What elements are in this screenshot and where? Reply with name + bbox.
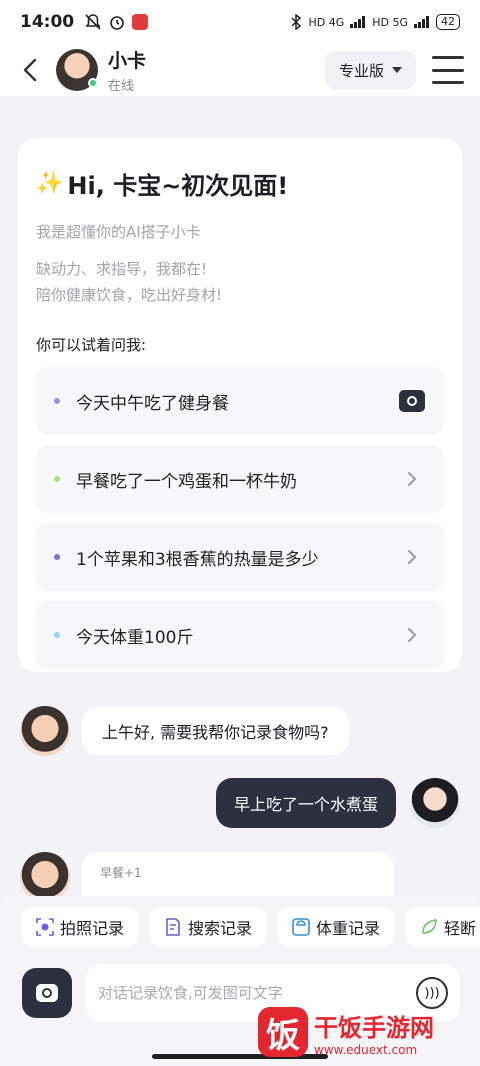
menu-line (432, 56, 464, 59)
suggestion-dot (54, 476, 60, 482)
search-record-button[interactable]: 搜索记录 (150, 907, 267, 947)
chip-label: 搜索记录 (188, 919, 253, 938)
chat-header: 小卡 在线 专业版 (0, 44, 480, 96)
camera-icon[interactable] (398, 387, 426, 415)
search-document-icon (164, 918, 182, 936)
suggestion-text: 今天体重100斤 (76, 627, 194, 648)
watermark-logo: 饭 (258, 1007, 308, 1057)
watermark-url: www.eduext.com (314, 1042, 418, 1057)
photo-record-button[interactable]: 拍照记录 (22, 907, 139, 947)
battery-indicator: 42 (436, 14, 460, 30)
suggestion-item[interactable]: 今天体重100斤 (36, 601, 444, 669)
suggestion-dot (54, 398, 60, 404)
leaf-icon (420, 918, 438, 936)
bot-record-row (20, 852, 70, 902)
user-message-bubble: 早上吃了一个水煮蛋 (215, 778, 396, 828)
welcome-intro: 我是超懂你的AI搭子小卡 (36, 223, 201, 241)
chip-label: 体重记录 (316, 919, 381, 938)
alarm-icon (110, 16, 124, 30)
quick-action-bar: 拍照记录 搜索记录 体重记录 轻断 (0, 896, 480, 958)
suggestion-text: 今天中午吃了健身餐 (76, 393, 229, 414)
welcome-title: ✨ Hi, 卡宝~初次见面! (36, 166, 444, 201)
camera-icon (36, 984, 58, 1002)
scale-icon (292, 918, 310, 936)
bot-message-row: 上午好, 需要我帮你记录食物吗? (20, 706, 349, 756)
plan-label: 专业版 (338, 61, 384, 80)
camera-scan-icon (36, 918, 54, 936)
menu-line (432, 68, 464, 72)
watermark-text: 干饭手游网 www.eduext.com (314, 1008, 434, 1057)
network-5g: HD 5G (372, 15, 408, 29)
menu-line (432, 81, 464, 84)
fasting-button[interactable]: 轻断 (406, 907, 480, 947)
bluetooth-icon (291, 14, 302, 30)
mute-bell-icon (85, 14, 101, 30)
chevron-left-icon (23, 58, 37, 82)
signal-icon (414, 16, 429, 28)
bot-chat-avatar[interactable] (20, 852, 70, 902)
network-4g: HD 4G (308, 15, 345, 29)
sparkles-icon: ✨ (36, 171, 64, 196)
user-avatar[interactable] (410, 778, 460, 828)
welcome-card: ✨ Hi, 卡宝~初次见面! 我是超懂你的AI搭子小卡 缺动力、求指导，我都在!… (18, 138, 462, 672)
signal-icon (350, 16, 366, 28)
bot-status: 在线 (108, 79, 135, 94)
status-bar: 14:00 HD 4G HD 5G 42 (0, 0, 480, 44)
suggestion-text: 1个苹果和3根香蕉的热量是多少 (76, 549, 319, 570)
camera-button[interactable] (22, 968, 72, 1018)
welcome-lines: 缺动力、求指导，我都在! 陪你健康饮食，吃出好身材! (36, 256, 444, 308)
suggestion-item[interactable]: 早餐吃了一个鸡蛋和一杯牛奶 (36, 445, 444, 513)
suggestion-item[interactable]: 1个苹果和3根香蕉的热量是多少 (36, 523, 444, 591)
app-notification-icon (132, 14, 149, 30)
suggestion-dot (54, 554, 60, 560)
user-message-row: 早上吃了一个水煮蛋 (215, 778, 460, 828)
suggestion-text: 早餐吃了一个鸡蛋和一杯牛奶 (76, 471, 297, 492)
bot-chat-avatar[interactable] (20, 706, 70, 756)
welcome-line: 缺动力、求指导，我都在! (36, 260, 208, 278)
plan-dropdown[interactable]: 专业版 (324, 51, 416, 89)
caret-down-icon (392, 67, 402, 73)
record-label: 早餐+1 (100, 866, 142, 880)
header-text: 小卡 在线 (108, 46, 146, 94)
bot-message-bubble: 上午好, 需要我帮你记录食物吗? (82, 707, 349, 755)
chip-label: 拍照记录 (60, 919, 125, 938)
ask-label: 你可以试着问我: (36, 336, 147, 354)
online-status-dot (88, 78, 98, 88)
chevron-right-icon (398, 465, 426, 493)
bot-avatar[interactable] (56, 49, 98, 91)
menu-button[interactable] (432, 56, 464, 84)
welcome-line: 陪你健康饮食，吃出好身材! (36, 286, 223, 304)
chevron-right-icon (398, 543, 426, 571)
status-time: 14:00 (20, 12, 75, 32)
message-input[interactable] (98, 984, 416, 1002)
weight-record-button[interactable]: 体重记录 (278, 907, 395, 947)
watermark: 饭 干饭手游网 www.eduext.com (258, 1004, 472, 1060)
status-right: HD 4G HD 5G 42 (290, 14, 460, 30)
suggestion-item[interactable]: 今天中午吃了健身餐 (36, 367, 444, 435)
bot-name: 小卡 (108, 50, 147, 72)
suggestion-dot (54, 632, 60, 638)
chevron-right-icon (398, 621, 426, 649)
back-button[interactable] (16, 50, 44, 90)
watermark-title: 干饭手游网 (314, 1013, 434, 1042)
chip-label: 轻断 (444, 919, 477, 938)
welcome-title-text: Hi, 卡宝~初次见面! (67, 172, 289, 200)
status-left-icons (84, 13, 149, 31)
suggestion-list: 今天中午吃了健身餐 早餐吃了一个鸡蛋和一杯牛奶 1个苹果和3根香蕉的热量是多少 … (36, 367, 444, 669)
